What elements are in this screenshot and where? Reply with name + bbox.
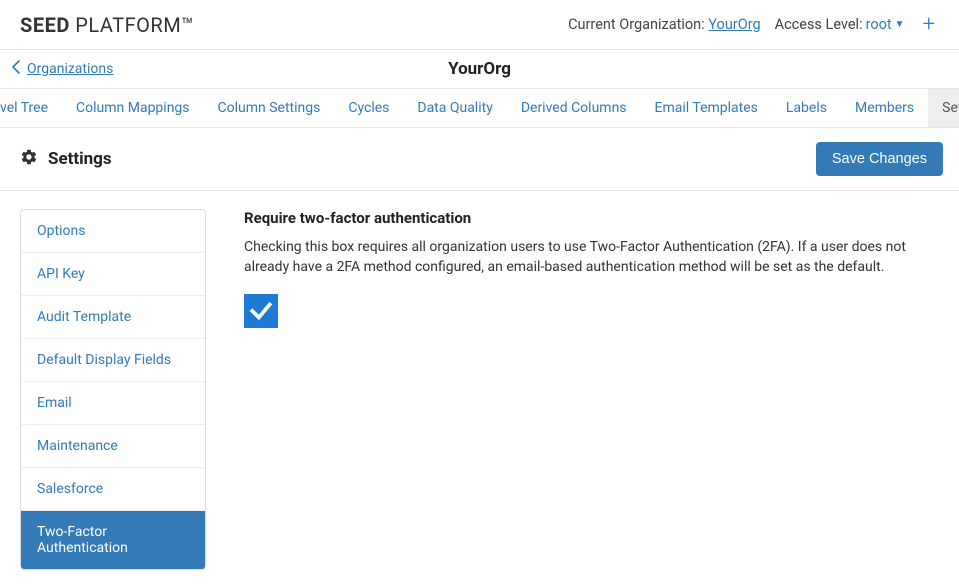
tabbar: vel TreeColumn MappingsColumn SettingsCy…: [0, 89, 959, 128]
subheader: Organizations YourOrg: [0, 50, 959, 89]
subheader-title: YourOrg: [448, 59, 511, 79]
side-item-audit-template[interactable]: Audit Template: [21, 296, 205, 339]
brand-rest: PLATFORM™: [70, 13, 194, 37]
current-org: Current Organization: YourOrg: [568, 16, 761, 33]
plus-icon[interactable]: +: [919, 12, 939, 37]
tab-labels[interactable]: Labels: [772, 89, 841, 127]
tab-vel-tree[interactable]: vel Tree: [0, 89, 62, 127]
access-level-label: Access Level:: [775, 16, 863, 33]
back-label: Organizations: [27, 61, 113, 77]
side-item-email[interactable]: Email: [21, 382, 205, 425]
side-nav: OptionsAPI KeyAudit TemplateDefault Disp…: [20, 209, 206, 570]
side-item-salesforce[interactable]: Salesforce: [21, 468, 205, 511]
access-level-value: root: [866, 16, 892, 33]
topbar: SEED PLATFORM™ Current Organization: You…: [0, 0, 959, 50]
brand: SEED PLATFORM™: [20, 13, 194, 37]
page-title: Settings: [48, 149, 112, 169]
side-item-two-factor-authentication[interactable]: Two-Factor Authentication: [21, 511, 205, 569]
tab-column-settings[interactable]: Column Settings: [204, 89, 335, 127]
tab-cycles[interactable]: Cycles: [334, 89, 403, 127]
gears-icon: [20, 148, 38, 170]
tab-derived-columns[interactable]: Derived Columns: [507, 89, 641, 127]
tab-members[interactable]: Members: [841, 89, 928, 127]
side-item-options[interactable]: Options: [21, 210, 205, 253]
access-level-dropdown[interactable]: Access Level: root ▼: [775, 16, 905, 33]
back-organizations-link[interactable]: Organizations: [12, 60, 113, 78]
tab-settings[interactable]: Settings: [928, 89, 959, 127]
topbar-right: Current Organization: YourOrg Access Lev…: [568, 12, 939, 37]
main-panel: Require two-factor authentication Checki…: [244, 209, 939, 328]
tab-data-quality[interactable]: Data Quality: [403, 89, 506, 127]
page-header-left: Settings: [20, 148, 112, 170]
side-item-maintenance[interactable]: Maintenance: [21, 425, 205, 468]
page-header: Settings Save Changes: [0, 128, 959, 191]
brand-bold: SEED: [20, 13, 70, 37]
save-changes-button[interactable]: Save Changes: [816, 142, 943, 176]
section-description: Checking this box requires all organizat…: [244, 237, 924, 278]
check-icon: [248, 298, 274, 324]
tab-email-templates[interactable]: Email Templates: [641, 89, 772, 127]
current-org-link[interactable]: YourOrg: [708, 16, 760, 33]
side-item-default-display-fields[interactable]: Default Display Fields: [21, 339, 205, 382]
current-org-label: Current Organization:: [568, 16, 708, 33]
chevron-left-icon: [12, 60, 21, 78]
content: OptionsAPI KeyAudit TemplateDefault Disp…: [0, 191, 959, 588]
section-heading: Require two-factor authentication: [244, 209, 939, 227]
tab-column-mappings[interactable]: Column Mappings: [62, 89, 203, 127]
require-2fa-checkbox[interactable]: [244, 294, 278, 328]
caret-down-icon: ▼: [895, 19, 905, 30]
side-item-api-key[interactable]: API Key: [21, 253, 205, 296]
